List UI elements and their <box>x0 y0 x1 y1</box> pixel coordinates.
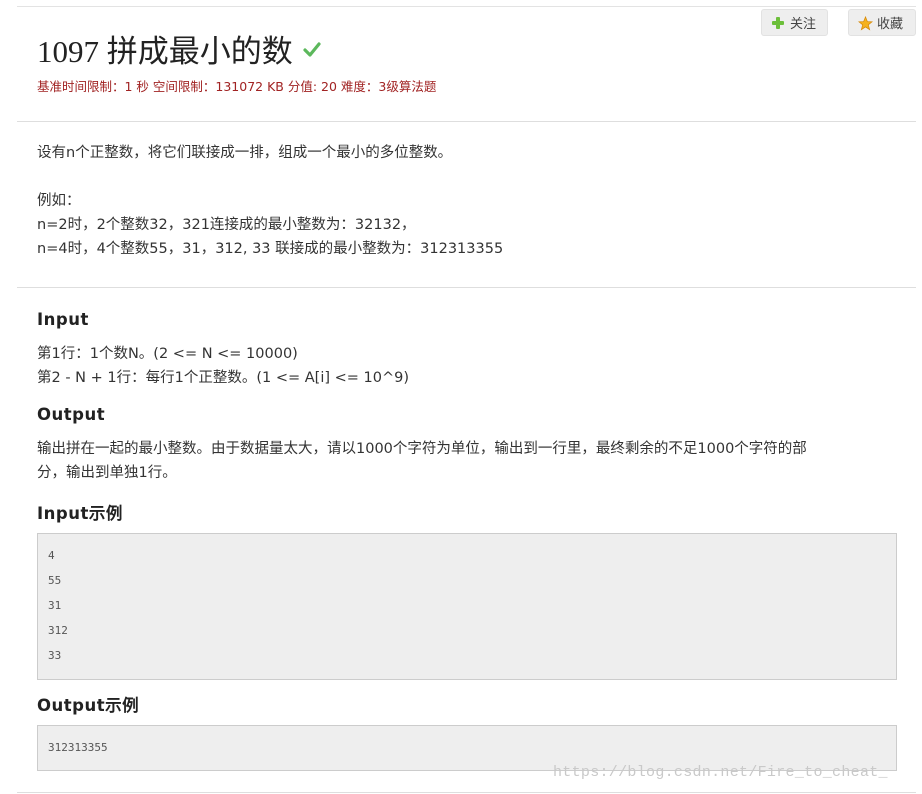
collect-button[interactable]: 收藏 <box>848 9 916 36</box>
code-line: 4 <box>48 549 55 562</box>
input-line: 第1行：1个数N。(2 <= N <= 10000) <box>37 346 298 362</box>
output-description: 输出拼在一起的最小整数。由于数据量太大，请以1000个字符为单位，输出到一行里，… <box>37 437 897 485</box>
description-line: 例如： <box>37 193 81 209</box>
divider <box>17 792 916 793</box>
input-description: 第1行：1个数N。(2 <= N <= 10000) 第2 - N + 1行：每… <box>37 342 409 390</box>
code-line: 33 <box>48 649 62 662</box>
problem-description: 设有n个正整数，将它们联接成一排，组成一个最小的多位整数。 例如： n=2时，2… <box>37 141 503 261</box>
follow-button[interactable]: 关注 <box>761 9 828 36</box>
description-line: 设有n个正整数，将它们联接成一排，组成一个最小的多位整数。 <box>37 145 453 161</box>
output-heading: Output <box>37 405 106 424</box>
code-line: 312 <box>48 624 68 637</box>
output-line: 输出拼在一起的最小整数。由于数据量太大，请以1000个字符为单位，输出到一行里，… <box>37 441 807 457</box>
problem-title: 1097 拼成最小的数 <box>37 34 293 69</box>
star-icon <box>857 15 874 30</box>
collect-label: 收藏 <box>877 17 904 32</box>
description-line: n=2时，2个整数32，321连接成的最小整数为：32132， <box>37 217 416 233</box>
title-row: 1097 拼成最小的数 <box>37 26 321 71</box>
input-line: 第2 - N + 1行：每行1个正整数。(1 <= A[i] <= 10^9) <box>37 370 410 386</box>
code-line: 55 <box>48 574 62 587</box>
divider <box>17 287 916 288</box>
input-example-heading: Input示例 <box>37 504 123 523</box>
watermark: https://blog.csdn.net/Fire_to_cheat_ <box>553 764 888 781</box>
output-line: 分，输出到单独1行。 <box>37 465 177 481</box>
plus-icon <box>771 16 785 30</box>
code-line: 312313355 <box>48 741 108 754</box>
description-line: n=4时，4个整数55，31，312, 33 联接成的最小整数为：3123133… <box>37 241 504 257</box>
input-heading: Input <box>37 310 89 329</box>
code-line: 31 <box>48 599 62 612</box>
problem-meta: 基准时间限制：1 秒 空间限制：131072 KB 分值: 20 难度：3级算法… <box>37 79 437 94</box>
problem-header: 1097 拼成最小的数 基准时间限制：1 秒 空间限制：131072 KB 分值… <box>17 6 916 122</box>
check-icon <box>303 40 321 58</box>
divider <box>17 121 916 122</box>
follow-label: 关注 <box>790 17 817 32</box>
action-buttons: 关注 收藏 <box>761 9 916 36</box>
output-example-heading: Output示例 <box>37 696 140 715</box>
input-example-box: 4 55 31 312 33 <box>37 533 897 680</box>
